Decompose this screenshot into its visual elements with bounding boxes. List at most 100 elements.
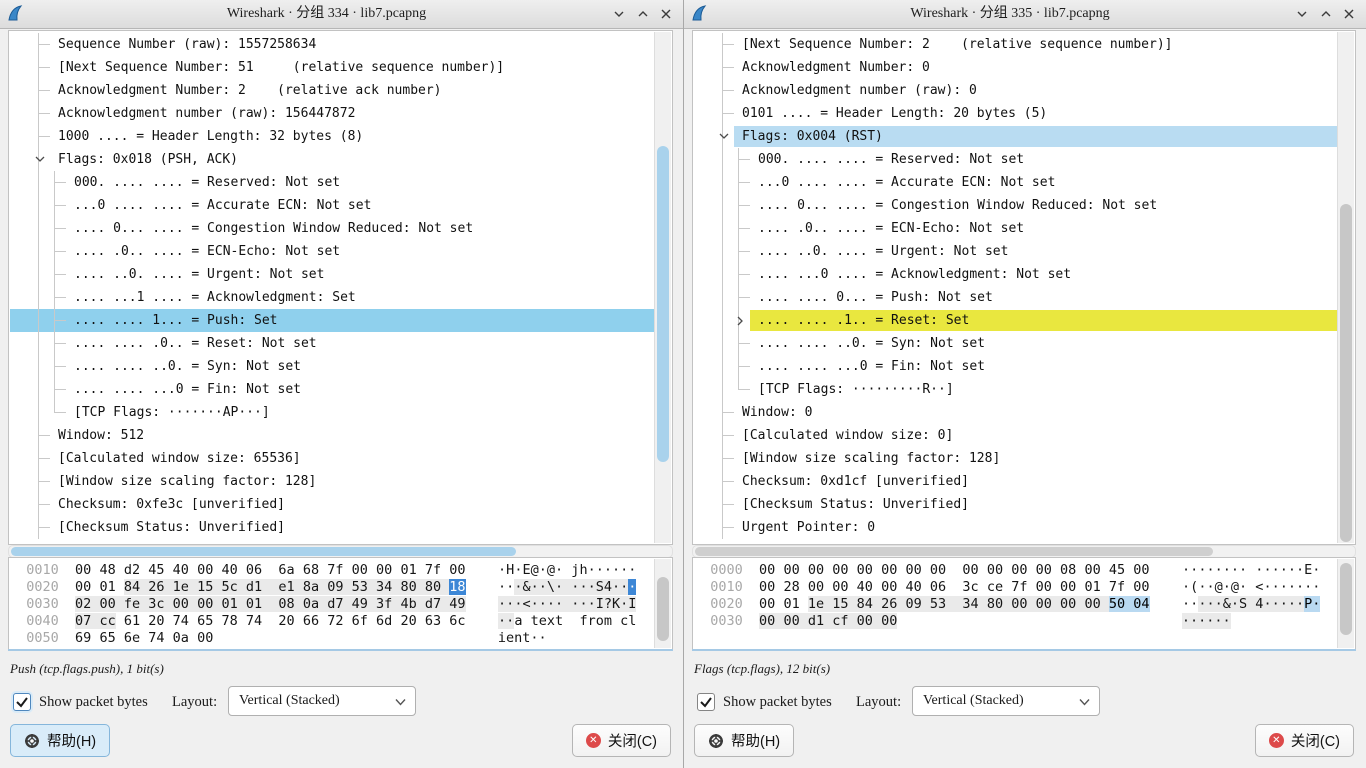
hex-ascii-char[interactable]: · bbox=[1182, 596, 1190, 612]
hex-byte[interactable]: 68 bbox=[303, 562, 319, 578]
hex-ascii-char[interactable]: · bbox=[530, 630, 538, 646]
hex-ascii-char[interactable]: · bbox=[1223, 613, 1231, 629]
hex-byte[interactable]: 6f bbox=[352, 613, 368, 629]
hex-vertical-scrollbar[interactable] bbox=[1337, 559, 1354, 648]
hex-byte[interactable]: 80 bbox=[425, 579, 441, 595]
hex-ascii-char[interactable]: & bbox=[1223, 596, 1231, 612]
hex-ascii-char[interactable]: · bbox=[498, 596, 506, 612]
tree-row[interactable]: .... .0.. .... = ECN-Echo: Not set bbox=[10, 240, 654, 263]
tree-row[interactable]: .... .... 0... = Push: Not set bbox=[694, 286, 1337, 309]
hex-byte[interactable]: 20 bbox=[148, 613, 164, 629]
hex-byte[interactable]: 00 bbox=[376, 562, 392, 578]
hex-byte[interactable]: 65 bbox=[197, 613, 213, 629]
hex-byte[interactable]: e1 bbox=[278, 579, 294, 595]
hex-byte[interactable]: 53 bbox=[352, 579, 368, 595]
hex-byte[interactable]: 15 bbox=[197, 579, 213, 595]
hex-ascii-char[interactable]: e bbox=[506, 630, 514, 646]
hex-byte[interactable]: 00 bbox=[449, 562, 465, 578]
hex-byte[interactable]: 74 bbox=[246, 613, 262, 629]
hex-byte[interactable]: 01 bbox=[400, 562, 416, 578]
hex-byte[interactable]: 01 bbox=[783, 596, 799, 612]
hex-ascii-char[interactable]: · bbox=[1263, 562, 1271, 578]
hex-byte[interactable]: 00 bbox=[1084, 562, 1100, 578]
hex-ascii-char[interactable]: · bbox=[1312, 579, 1320, 595]
hex-byte[interactable]: 74 bbox=[173, 613, 189, 629]
unshade-window-icon[interactable] bbox=[630, 0, 655, 28]
hex-ascii-char[interactable]: · bbox=[498, 562, 506, 578]
scrollbar-thumb[interactable] bbox=[657, 577, 669, 641]
hex-ascii-char[interactable]: · bbox=[531, 579, 539, 595]
hex-byte[interactable]: 00 bbox=[962, 562, 978, 578]
hex-ascii-char[interactable]: r bbox=[588, 613, 596, 629]
hex-byte[interactable]: 3f bbox=[376, 596, 392, 612]
hex-ascii-char[interactable]: · bbox=[588, 596, 596, 612]
unshade-window-icon[interactable] bbox=[1313, 0, 1338, 28]
hex-byte[interactable]: 1e bbox=[173, 579, 189, 595]
hex-byte[interactable]: 00 bbox=[905, 562, 921, 578]
expander-open-icon[interactable] bbox=[716, 125, 732, 148]
hex-byte[interactable]: 08 bbox=[278, 596, 294, 612]
hex-byte[interactable]: 00 bbox=[987, 562, 1003, 578]
tree-row[interactable]: Sequence Number (raw): 1557258634 bbox=[10, 33, 654, 56]
hex-byte[interactable]: 00 bbox=[75, 579, 91, 595]
hex-row[interactable]: 0010 00 48 d2 45 40 00 40 06 6a 68 7f 00… bbox=[10, 562, 654, 579]
tree-row[interactable]: [Calculated window size: 0] bbox=[694, 424, 1337, 447]
hex-ascii-char[interactable]: f bbox=[579, 613, 587, 629]
hex-byte[interactable]: 00 bbox=[1036, 596, 1052, 612]
hex-ascii-char[interactable]: · bbox=[1288, 579, 1296, 595]
hex-byte[interactable]: 00 bbox=[173, 596, 189, 612]
hex-byte[interactable]: 00 bbox=[857, 562, 873, 578]
hex-ascii-char[interactable]: · bbox=[555, 579, 563, 595]
hex-ascii-char[interactable]: · bbox=[1280, 579, 1288, 595]
hex-byte[interactable]: d1 bbox=[246, 579, 262, 595]
hex-byte[interactable]: 00 bbox=[99, 596, 115, 612]
hex-byte[interactable]: 00 bbox=[1011, 596, 1027, 612]
hex-byte[interactable]: 66 bbox=[303, 613, 319, 629]
close-window-icon[interactable] bbox=[1336, 0, 1361, 28]
hex-byte[interactable]: 84 bbox=[124, 579, 140, 595]
hex-ascii-char[interactable]: m bbox=[604, 613, 612, 629]
hex-ascii-char[interactable]: · bbox=[539, 562, 547, 578]
tree-row[interactable]: ...0 .... .... = Accurate ECN: Not set bbox=[694, 171, 1337, 194]
hex-byte[interactable]: 02 bbox=[75, 596, 91, 612]
hex-ascii-char[interactable]: · bbox=[612, 562, 620, 578]
hex-byte[interactable]: 00 bbox=[1036, 579, 1052, 595]
tree-row[interactable]: .... .... ..0. = Syn: Not set bbox=[10, 355, 654, 378]
hex-row[interactable]: 0030 00 00 d1 cf 00 00 ······ bbox=[694, 613, 1337, 630]
tree-row[interactable]: [Next Sequence Number: 2 (relative seque… bbox=[694, 33, 1337, 56]
hex-byte[interactable]: 3c bbox=[148, 596, 164, 612]
hex-ascii-char[interactable]: · bbox=[1280, 596, 1288, 612]
hex-ascii-char[interactable]: · bbox=[1280, 562, 1288, 578]
hex-byte[interactable]: 00 bbox=[759, 562, 775, 578]
hex-byte[interactable]: 8a bbox=[303, 579, 319, 595]
hex-ascii-char[interactable]: @ bbox=[1231, 579, 1239, 595]
hex-byte[interactable]: 45 bbox=[148, 562, 164, 578]
hex-byte[interactable]: 7f bbox=[327, 562, 343, 578]
hex-byte[interactable]: 00 bbox=[352, 562, 368, 578]
hex-byte[interactable]: 40 bbox=[905, 579, 921, 595]
hex-byte[interactable]: 28 bbox=[783, 579, 799, 595]
hex-ascii-char[interactable]: · bbox=[579, 596, 587, 612]
tree-row[interactable]: Checksum: 0xd1cf [unverified] bbox=[694, 470, 1337, 493]
hex-byte[interactable]: 00 bbox=[1036, 562, 1052, 578]
hex-ascii-char[interactable]: · bbox=[588, 579, 596, 595]
hex-byte[interactable]: 09 bbox=[905, 596, 921, 612]
tree-row[interactable]: .... .... ...0 = Fin: Not set bbox=[10, 378, 654, 401]
hex-ascii-char[interactable]: o bbox=[596, 613, 604, 629]
hex-ascii-char[interactable]: · bbox=[579, 579, 587, 595]
hex-byte[interactable]: 00 bbox=[881, 562, 897, 578]
hex-ascii-char[interactable]: · bbox=[1223, 579, 1231, 595]
hex-ascii-char[interactable]: · bbox=[539, 579, 547, 595]
hex-byte[interactable]: 20 bbox=[278, 613, 294, 629]
hex-byte[interactable]: 00 bbox=[197, 562, 213, 578]
tree-row[interactable]: Flags: 0x018 (PSH, ACK) bbox=[10, 148, 654, 171]
tree-row[interactable]: Acknowledgment number (raw): 0 bbox=[694, 79, 1337, 102]
hex-byte[interactable]: 1e bbox=[808, 596, 824, 612]
hex-ascii-char[interactable]: · bbox=[1215, 562, 1223, 578]
shade-window-icon[interactable] bbox=[606, 0, 631, 28]
tree-row[interactable]: .... 0... .... = Congestion Window Reduc… bbox=[694, 194, 1337, 217]
hex-byte[interactable]: 40 bbox=[221, 562, 237, 578]
hex-ascii-char[interactable]: · bbox=[547, 596, 555, 612]
hex-ascii-char[interactable]: · bbox=[1214, 613, 1222, 629]
hex-byte[interactable]: 00 bbox=[1060, 596, 1076, 612]
